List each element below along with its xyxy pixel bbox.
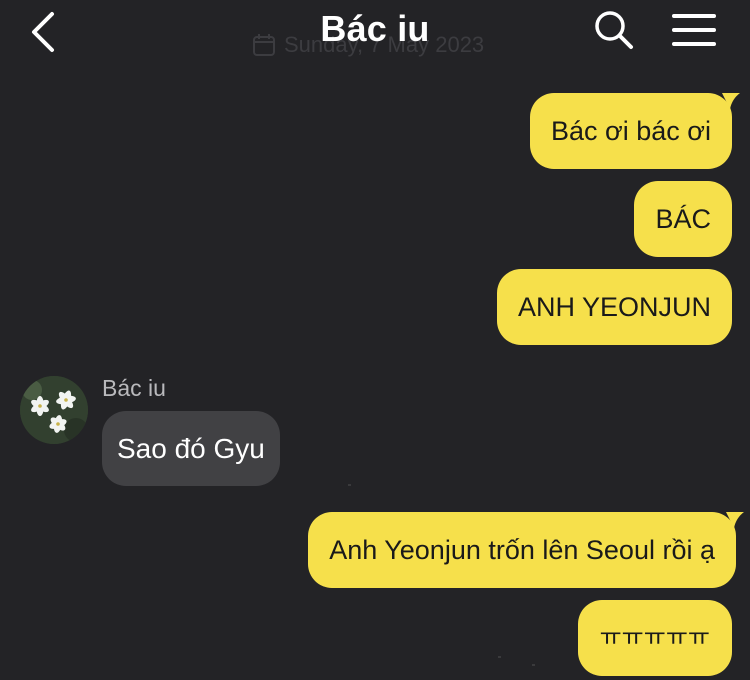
divider-dot — [348, 484, 351, 486]
sender-name: Bác iu — [102, 375, 166, 401]
outgoing-message[interactable]: BÁC — [634, 181, 732, 257]
outgoing-message[interactable]: Anh Yeonjun trốn lên Seoul rồi ạ — [308, 512, 744, 588]
menu-button[interactable] — [672, 12, 716, 48]
message-text: Anh Yeonjun trốn lên Seoul rồi ạ — [329, 535, 715, 565]
outgoing-message[interactable]: ㅠㅠㅠㅠㅠ — [577, 600, 732, 676]
search-button[interactable] — [592, 8, 636, 52]
message-text: ANH YEONJUN — [517, 292, 711, 322]
message-text: BÁC — [655, 204, 711, 234]
bubble-tail-icon — [726, 512, 744, 528]
outgoing-message[interactable]: Bác ơi bác ơi — [530, 93, 740, 169]
avatar[interactable] — [20, 376, 88, 444]
bubble-tail-icon — [722, 93, 740, 109]
divider-dot — [498, 656, 501, 658]
flower-avatar-icon — [20, 376, 88, 444]
divider-dot — [532, 664, 535, 666]
message-text: ㅠㅠㅠㅠㅠ — [599, 624, 710, 651]
incoming-message[interactable]: Sao đó Gyu — [102, 411, 280, 486]
chat-title: Bác iu — [320, 8, 430, 49]
search-icon — [595, 11, 633, 49]
top-bar: Sunday, 7 May 2023 Bác iu — [0, 0, 750, 62]
outgoing-message[interactable]: ANH YEONJUN — [496, 269, 732, 345]
message-text: Bác ơi bác ơi — [551, 116, 711, 146]
hamburger-menu-icon — [672, 14, 716, 46]
message-text: Sao đó Gyu — [117, 433, 265, 464]
